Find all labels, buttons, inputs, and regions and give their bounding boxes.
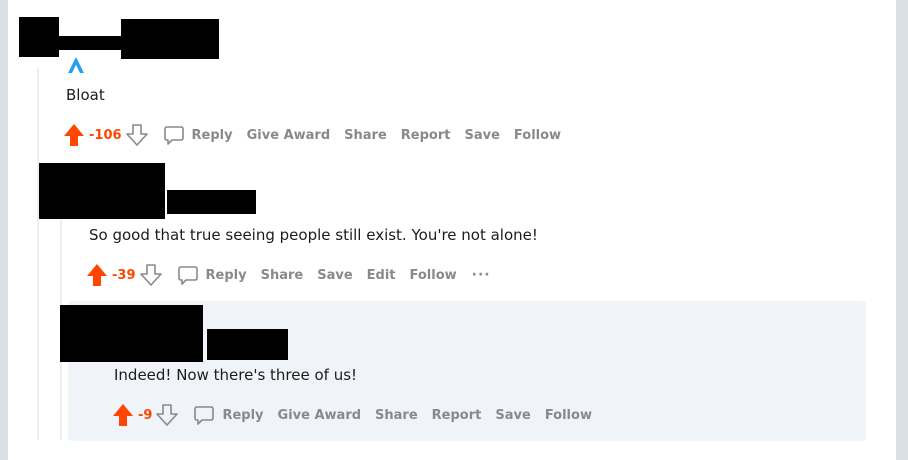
follow-button[interactable]: Follow <box>507 123 568 147</box>
arrow-up-icon[interactable] <box>86 263 108 287</box>
reply-label: Reply <box>205 267 247 283</box>
share-button[interactable]: Share <box>368 403 425 427</box>
comment-body: Bloat <box>66 86 105 104</box>
vote-score: -39 <box>112 267 136 283</box>
reply-button[interactable]: Reply <box>156 123 240 147</box>
reply-button[interactable]: Reply <box>186 403 270 427</box>
comment-body: Indeed! Now there's three of us! <box>114 366 358 384</box>
redacted-username <box>121 19 219 59</box>
follow-button[interactable]: Follow <box>538 403 599 427</box>
save-button[interactable]: Save <box>457 123 506 147</box>
edit-button[interactable]: Edit <box>360 263 403 287</box>
give-award-button[interactable]: Give Award <box>271 403 369 427</box>
comment-actions: -9 Reply Give Award Share Report Save Fo… <box>112 402 599 428</box>
save-button[interactable]: Save <box>488 403 537 427</box>
vote-score: -9 <box>138 407 153 423</box>
thread-line-1[interactable] <box>37 68 39 440</box>
arrow-up-icon[interactable] <box>63 123 85 147</box>
report-button[interactable]: Report <box>425 403 489 427</box>
comment-actions: -39 Reply Share Save Edit Follow ··· <box>86 262 499 288</box>
redacted-username <box>207 329 288 360</box>
comment-bubble-icon <box>163 126 184 145</box>
redacted-username <box>54 36 126 50</box>
comment-bubble-icon <box>177 266 198 285</box>
give-award-button[interactable]: Give Award <box>240 123 338 147</box>
redacted-username <box>39 163 165 219</box>
save-button[interactable]: Save <box>310 263 359 287</box>
comment-body: So good that true seeing people still ex… <box>89 226 538 244</box>
reply-label: Reply <box>191 127 233 143</box>
vote-score: -106 <box>89 127 122 143</box>
comment-bubble-icon <box>194 406 215 425</box>
arrow-down-icon[interactable] <box>139 263 162 287</box>
arrow-down-icon[interactable] <box>156 403 179 427</box>
comment-thread: Bloat -106 Reply Give Award Share Report… <box>8 0 896 460</box>
arrow-up-icon[interactable] <box>112 403 134 427</box>
share-button[interactable]: Share <box>254 263 311 287</box>
redacted-username <box>60 305 203 362</box>
redacted-username <box>167 190 256 214</box>
redacted-username <box>19 17 59 57</box>
report-button[interactable]: Report <box>394 123 458 147</box>
comment-actions: -106 Reply Give Award Share Report Save … <box>63 122 568 148</box>
arrow-down-icon[interactable] <box>125 123 148 147</box>
reply-label: Reply <box>222 407 264 423</box>
more-icon[interactable]: ··· <box>464 267 499 283</box>
reply-button[interactable]: Reply <box>170 263 254 287</box>
follow-button[interactable]: Follow <box>403 263 464 287</box>
flair-icon <box>66 56 86 78</box>
share-button[interactable]: Share <box>337 123 394 147</box>
